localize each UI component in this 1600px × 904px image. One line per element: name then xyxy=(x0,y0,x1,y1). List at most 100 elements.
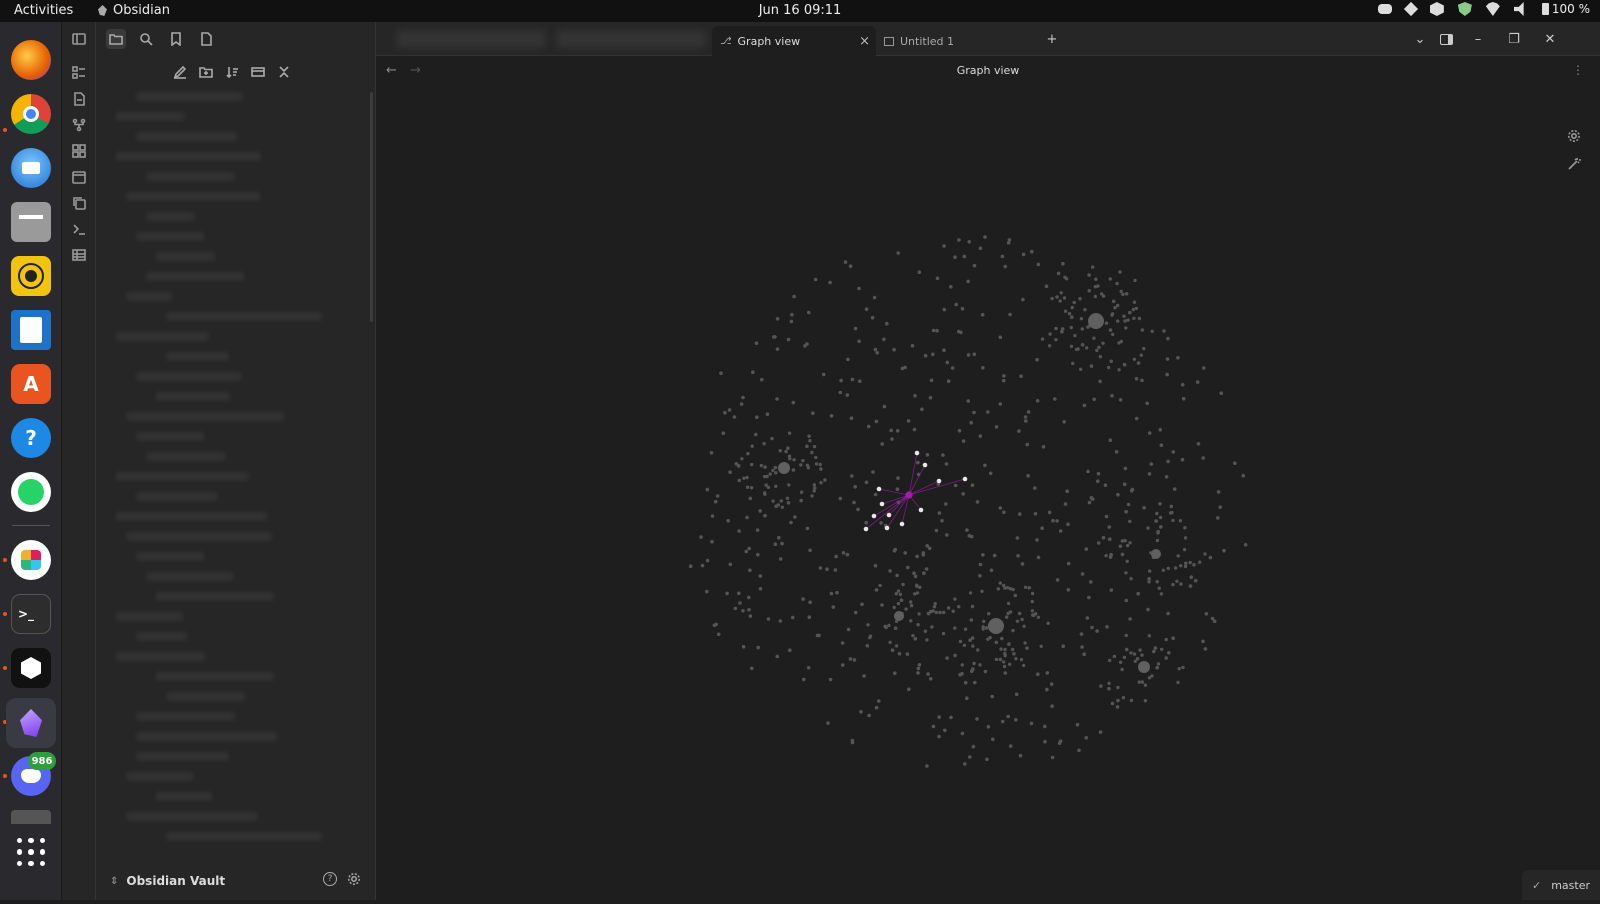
graph-node[interactable] xyxy=(895,644,898,647)
file-tree-row[interactable] xyxy=(136,132,237,141)
graph-node[interactable] xyxy=(970,535,974,539)
graph-node[interactable] xyxy=(1084,736,1088,740)
graph-node[interactable] xyxy=(1099,355,1102,358)
graph-node[interactable] xyxy=(822,373,826,377)
linked-node[interactable] xyxy=(923,463,928,468)
graph-node[interactable] xyxy=(722,431,726,435)
graph-node[interactable] xyxy=(1078,297,1081,300)
graph-node[interactable] xyxy=(867,714,871,718)
graph-node[interactable] xyxy=(981,313,985,317)
graph-node[interactable] xyxy=(1107,682,1110,685)
graph-node[interactable] xyxy=(1105,322,1108,325)
graph-node[interactable] xyxy=(957,605,960,608)
graph-node[interactable] xyxy=(830,414,834,418)
graph-node[interactable] xyxy=(874,564,878,568)
graph-node[interactable] xyxy=(1094,278,1097,281)
blurred-tab[interactable] xyxy=(556,30,706,48)
graph-node[interactable] xyxy=(1059,299,1062,302)
graph-node[interactable] xyxy=(1043,740,1047,744)
graph-node[interactable] xyxy=(1126,544,1129,547)
graph-node[interactable] xyxy=(1070,315,1074,319)
graph-node[interactable] xyxy=(844,260,848,264)
graph-node[interactable] xyxy=(706,559,710,563)
graph-node[interactable] xyxy=(1020,618,1023,621)
graph-node[interactable] xyxy=(930,379,934,383)
graph-node[interactable] xyxy=(777,536,781,540)
file-tree-row[interactable] xyxy=(126,292,172,301)
battery-indicator[interactable]: 100 % xyxy=(1542,2,1590,16)
graph-node[interactable] xyxy=(1183,526,1186,529)
graph-node[interactable] xyxy=(898,652,902,656)
graph-node[interactable] xyxy=(841,663,845,667)
graph-node[interactable] xyxy=(814,456,817,459)
graph-node[interactable] xyxy=(990,569,994,573)
thunderbird-launcher[interactable] xyxy=(11,148,51,188)
graph-node[interactable] xyxy=(751,370,755,374)
graph-node[interactable] xyxy=(959,640,962,643)
wifi-icon[interactable] xyxy=(1486,2,1500,16)
graph-node[interactable] xyxy=(774,542,778,546)
graph-node[interactable] xyxy=(779,449,782,452)
graph-node[interactable] xyxy=(1097,541,1101,545)
graph-node[interactable] xyxy=(1099,730,1103,734)
graph-node[interactable] xyxy=(1067,588,1071,592)
terminal-launcher[interactable]: >_ xyxy=(11,594,51,634)
graph-node[interactable] xyxy=(1145,402,1149,406)
graph-node[interactable] xyxy=(810,451,813,454)
graph-node[interactable] xyxy=(787,501,791,505)
graph-node[interactable] xyxy=(805,342,809,346)
graph-node[interactable] xyxy=(978,574,982,578)
graph-node[interactable] xyxy=(1092,398,1096,402)
obsidian-launcher[interactable] xyxy=(6,698,56,748)
graph-node[interactable] xyxy=(811,411,815,415)
graph-node[interactable] xyxy=(913,394,917,398)
graph-node[interactable] xyxy=(1130,699,1133,702)
graph-node[interactable] xyxy=(1018,612,1022,616)
graph-node[interactable] xyxy=(1142,506,1146,510)
graph-node[interactable] xyxy=(1019,754,1023,758)
graph-node[interactable] xyxy=(917,612,920,615)
graph-node[interactable] xyxy=(892,348,896,352)
graph-node[interactable] xyxy=(1189,561,1192,564)
graph-node[interactable] xyxy=(1165,475,1169,479)
graph-node[interactable] xyxy=(1144,699,1147,702)
graph-node[interactable] xyxy=(945,462,949,466)
graph-node[interactable] xyxy=(1128,541,1131,544)
graph-node[interactable] xyxy=(1062,420,1066,424)
graph-node[interactable] xyxy=(1127,503,1131,507)
graph-node[interactable] xyxy=(1051,756,1055,760)
graph-node[interactable] xyxy=(1167,651,1171,655)
graph-node[interactable] xyxy=(940,519,944,523)
graph-node[interactable] xyxy=(763,475,766,478)
git-branch-label[interactable]: master xyxy=(1551,879,1590,892)
graph-node[interactable] xyxy=(810,494,813,497)
graph-node[interactable] xyxy=(750,667,754,671)
graph-node[interactable] xyxy=(1025,646,1029,650)
graph-node[interactable] xyxy=(839,497,843,501)
graph-node[interactable] xyxy=(1099,684,1103,688)
linked-node[interactable] xyxy=(963,477,968,482)
graph-node[interactable] xyxy=(900,598,904,602)
linked-node[interactable] xyxy=(937,479,942,484)
graph-node[interactable] xyxy=(1160,443,1164,447)
graph-node[interactable] xyxy=(851,378,855,382)
graph-node[interactable] xyxy=(976,648,979,651)
graph-node[interactable] xyxy=(1048,511,1052,515)
graph-node[interactable] xyxy=(1094,295,1097,298)
graph-node[interactable] xyxy=(786,446,790,450)
graph-node[interactable] xyxy=(1003,648,1006,651)
graph-node[interactable] xyxy=(1016,554,1020,558)
graph-node[interactable] xyxy=(1027,586,1031,590)
graph-node[interactable] xyxy=(808,549,812,553)
file-tree-row[interactable] xyxy=(136,492,218,501)
graph-node[interactable] xyxy=(1170,505,1174,509)
graph-node[interactable] xyxy=(834,555,838,559)
graph-node[interactable] xyxy=(777,503,780,506)
graph-node[interactable] xyxy=(1132,308,1135,311)
volume-icon[interactable] xyxy=(1514,2,1528,16)
graph-node[interactable] xyxy=(1171,519,1174,522)
graph-node[interactable] xyxy=(983,464,987,468)
graph-node[interactable] xyxy=(813,489,816,492)
graph-node[interactable] xyxy=(792,468,796,472)
graph-node[interactable] xyxy=(1073,301,1076,304)
